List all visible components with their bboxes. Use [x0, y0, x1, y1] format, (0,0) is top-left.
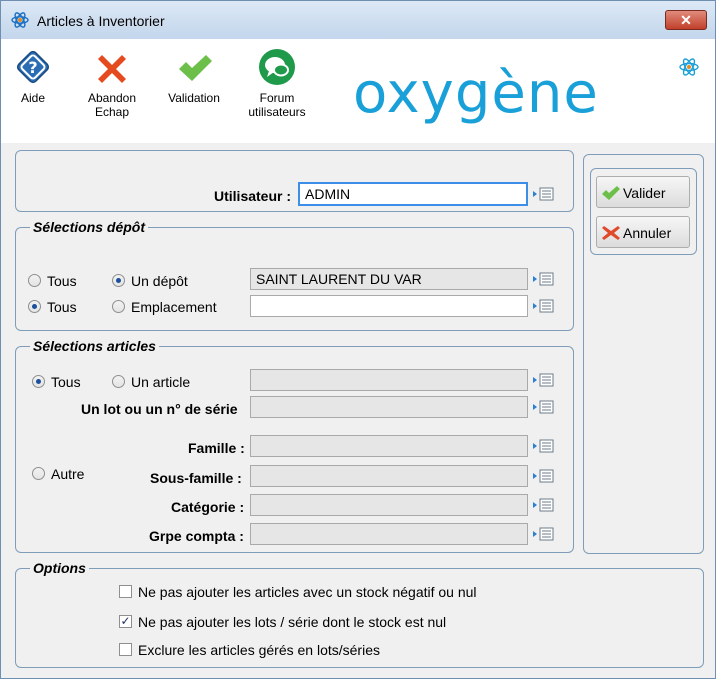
other-radio[interactable] [32, 467, 45, 480]
help-label: Aide [20, 91, 46, 105]
options-legend: Options [30, 560, 89, 576]
lot-serial-label: Un lot ou un n° de série [81, 401, 238, 417]
option-label-negative-stock: Ne pas ajouter les articles avec un stoc… [138, 584, 477, 600]
app-atom-icon [11, 12, 29, 28]
valider-label: Valider [623, 185, 666, 201]
lookup-list-icon[interactable] [532, 186, 554, 202]
one-article-label: Un article [131, 374, 191, 390]
validation-button[interactable]: Validation [159, 47, 229, 105]
cancel-x-icon [602, 226, 620, 240]
option-checkbox-zero-lots[interactable]: ✓ [119, 615, 132, 628]
option-label-zero-lots: Ne pas ajouter les lots / série dont le … [138, 614, 447, 630]
option-checkbox-negative-stock[interactable] [119, 585, 132, 598]
location-radio[interactable] [112, 300, 125, 313]
lookup-list-icon[interactable] [532, 526, 554, 542]
lookup-list-icon[interactable] [532, 497, 554, 513]
lookup-list-icon[interactable] [532, 438, 554, 454]
other-label: Autre [51, 466, 85, 482]
user-input[interactable]: ADMIN [298, 182, 528, 206]
depot-legend: Sélections dépôt [30, 219, 149, 235]
sous-famille-input[interactable] [250, 465, 528, 487]
window-title: Articles à Inventorier [37, 13, 165, 29]
categorie-label: Catégorie : [171, 499, 245, 515]
articles-all-label: Tous [51, 374, 81, 390]
green-check-icon [179, 55, 212, 81]
abort-label-1: Abandon [87, 91, 137, 105]
abort-button[interactable]: Abandon Echap [81, 47, 143, 119]
depot-all-radio-1[interactable] [28, 274, 41, 287]
annuler-button[interactable]: Annuler [596, 216, 690, 248]
user-label: Utilisateur : [214, 188, 292, 204]
lookup-list-icon[interactable] [532, 271, 554, 287]
annuler-label: Annuler [623, 225, 672, 241]
lot-serial-input[interactable] [250, 396, 528, 418]
articles-legend: Sélections articles [30, 338, 159, 354]
categorie-input[interactable] [250, 494, 528, 516]
actions-panel: Valider Annuler [583, 154, 704, 554]
grpe-compta-label: Grpe compta : [149, 528, 244, 544]
validation-label: Validation [168, 91, 220, 105]
abort-label-2: Echap [94, 105, 130, 119]
one-article-radio[interactable] [112, 375, 125, 388]
lookup-list-icon[interactable] [532, 298, 554, 314]
forum-label-2: utilisateurs [248, 105, 306, 119]
help-diamond-icon: ? [16, 50, 50, 84]
articles-all-radio[interactable] [32, 375, 45, 388]
sous-famille-label: Sous-famille : [150, 470, 242, 486]
location-label: Emplacement [131, 299, 217, 315]
option-label-exclude-lots: Exclure les articles gérés en lots/série… [138, 642, 380, 658]
logo-atom-icon [679, 58, 699, 76]
option-checkbox-exclude-lots[interactable] [119, 643, 132, 656]
oxygene-logo: oxygène [353, 61, 599, 126]
lookup-list-icon[interactable] [532, 372, 554, 388]
dialog-window: Articles à Inventorier ✕ ? Aide Abandon … [0, 0, 716, 679]
depot-one-radio[interactable] [112, 274, 125, 287]
close-button[interactable]: ✕ [665, 10, 707, 30]
forum-label-1: Forum [259, 91, 295, 105]
toolbar: ? Aide Abandon Echap Validation Forum ut… [1, 39, 715, 143]
svg-text:?: ? [28, 58, 37, 77]
forum-button[interactable]: Forum utilisateurs [237, 47, 317, 119]
valider-button[interactable]: Valider [596, 176, 690, 208]
check-icon [602, 186, 620, 200]
depot-all-label-2: Tous [47, 299, 77, 315]
famille-input[interactable] [250, 435, 528, 457]
article-input[interactable] [250, 369, 528, 391]
actions-group: Valider Annuler [590, 168, 697, 255]
articles-panel: Sélections articles Tous Un article Un l… [15, 338, 574, 553]
title-bar: Articles à Inventorier ✕ [1, 1, 715, 39]
depot-all-label-1: Tous [47, 273, 77, 289]
grpe-compta-input[interactable] [250, 523, 528, 545]
depot-all-radio-2[interactable] [28, 300, 41, 313]
depot-one-label: Un dépôt [131, 273, 188, 289]
help-button[interactable]: ? Aide [13, 47, 53, 105]
depot-input[interactable]: SAINT LAURENT DU VAR [250, 268, 528, 290]
depot-panel: Sélections dépôt Tous Un dépôt SAINT LAU… [15, 219, 574, 331]
chat-bubble-icon [259, 49, 295, 85]
famille-label: Famille : [188, 440, 245, 456]
lookup-list-icon[interactable] [532, 399, 554, 415]
location-input[interactable] [250, 295, 528, 317]
user-panel: Utilisateur : ADMIN [15, 150, 574, 212]
options-panel: Options Ne pas ajouter les articles avec… [15, 560, 704, 668]
red-x-icon [98, 55, 126, 83]
lookup-list-icon[interactable] [532, 468, 554, 484]
